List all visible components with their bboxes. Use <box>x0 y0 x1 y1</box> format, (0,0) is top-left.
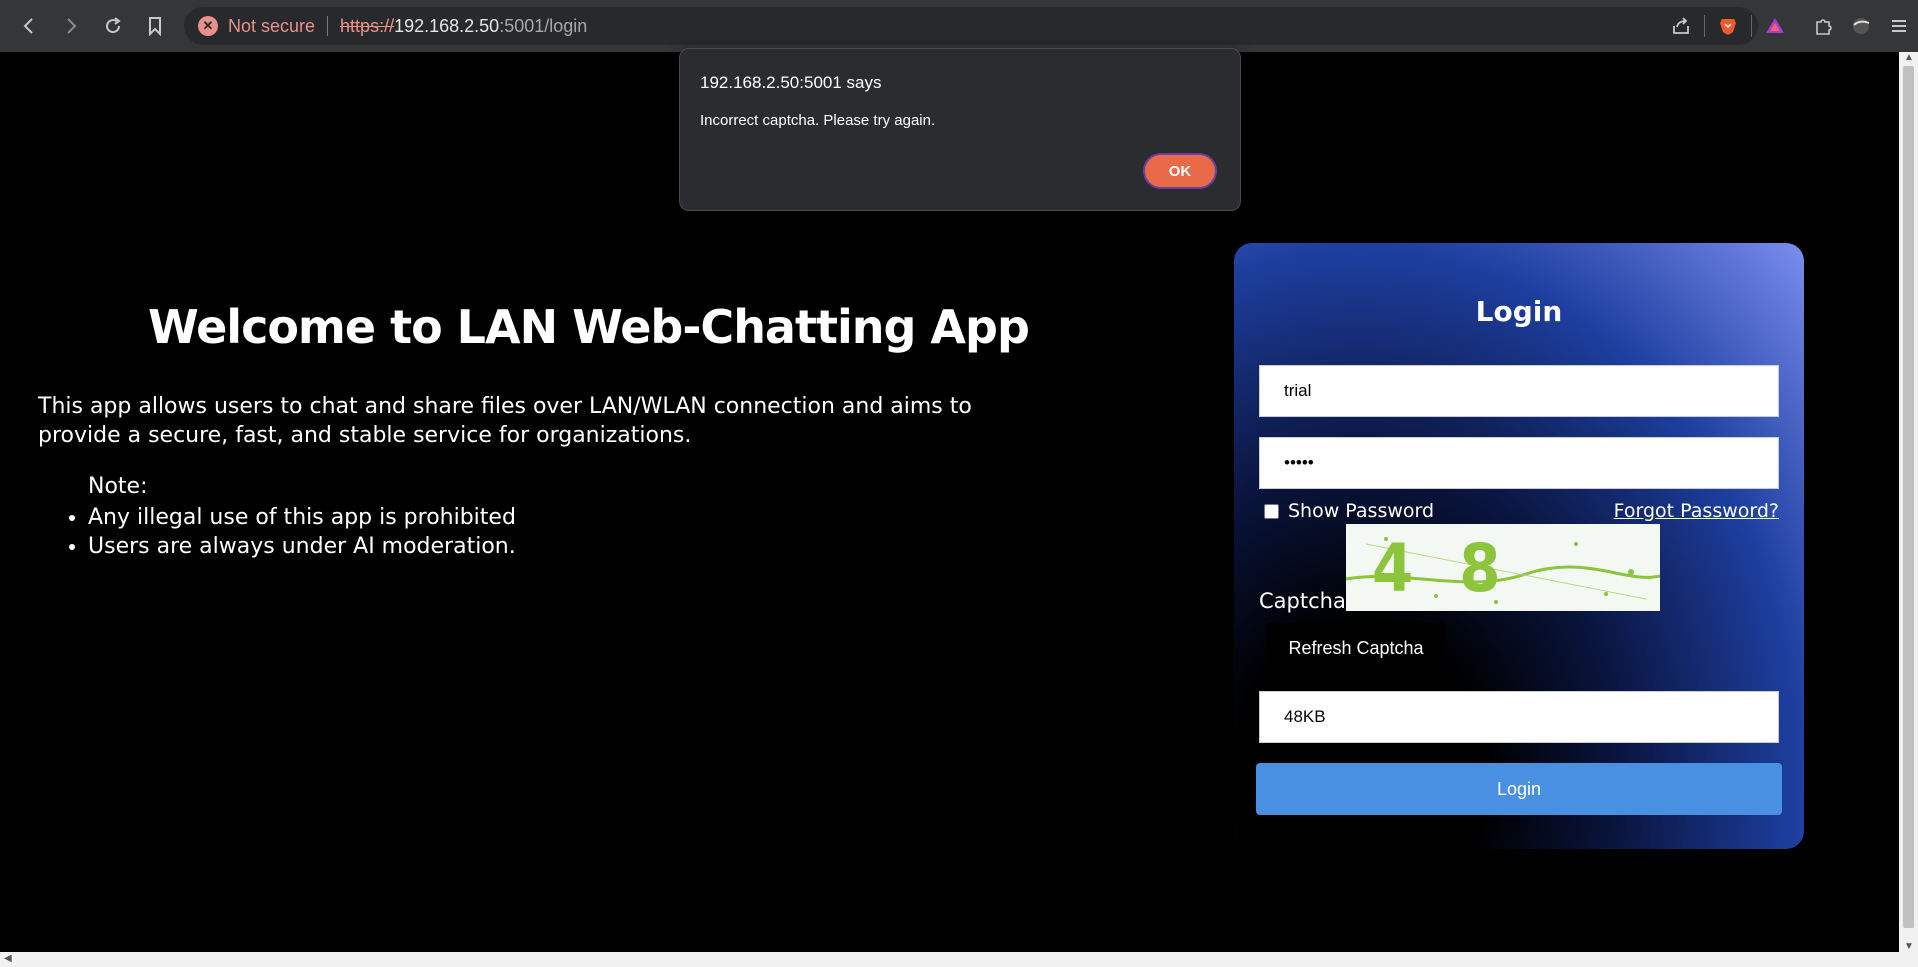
scroll-left-icon[interactable]: ◀ <box>4 953 12 964</box>
username-field[interactable]: trial <box>1259 365 1779 417</box>
show-password-checkbox[interactable] <box>1264 503 1279 519</box>
captcha-label: Captcha: <box>1259 589 1353 613</box>
not-secure-icon[interactable]: ✕ <box>198 16 218 36</box>
list-item: Users are always under AI moderation. <box>88 532 516 561</box>
address-bar[interactable]: ✕ Not secure https:// 192.168.2.50 :5001… <box>184 7 1758 45</box>
back-arrow-icon <box>23 18 33 34</box>
alert-title: 192.168.2.50:5001 says <box>700 73 882 92</box>
toolbar-divider-2 <box>1751 15 1752 37</box>
reload-icon <box>106 17 121 34</box>
captcha-text: 4 8 WD <box>1372 530 1514 611</box>
vpn-button[interactable] <box>1842 0 1880 52</box>
url-path: :5001/login <box>499 15 588 36</box>
toolbar-divider <box>1704 15 1705 37</box>
alert-message: Incorrect captcha. Please try again. <box>700 112 936 129</box>
refresh-captcha-button[interactable]: Refresh Captcha <box>1266 623 1446 674</box>
browser-toolbar: ✕ Not secure https:// 192.168.2.50 :5001… <box>0 0 1918 52</box>
note-label: Note: <box>88 474 148 499</box>
welcome-title: Welcome to LAN Web-Chatting App <box>148 300 1030 354</box>
bookmark-button[interactable] <box>134 0 176 52</box>
rewards-triangle-icon <box>1766 18 1784 33</box>
notes-list: Any illegal use of this app is prohibite… <box>88 503 516 561</box>
forgot-password-link[interactable]: Forgot Password? <box>1614 500 1779 522</box>
horizontal-scrollbar[interactable]: ◀ <box>0 952 1918 967</box>
puzzle-icon <box>1816 19 1832 35</box>
password-field[interactable]: ••••• <box>1259 437 1779 489</box>
not-secure-label[interactable]: Not secure <box>228 16 315 37</box>
captcha-image: 4 8 WD <box>1346 524 1660 611</box>
login-card: Login trial ••••• Show Password Forgot P… <box>1234 243 1804 849</box>
share-button[interactable] <box>1662 0 1700 52</box>
brave-lion-icon <box>1720 19 1736 35</box>
toolbar-right-icons <box>1662 0 1918 52</box>
url-host: 192.168.2.50 <box>394 15 500 36</box>
app-description: This app allows users to chat and share … <box>38 394 972 448</box>
extensions-button[interactable] <box>1804 0 1842 52</box>
brave-shields-button[interactable] <box>1709 0 1747 52</box>
menu-button[interactable] <box>1880 0 1918 52</box>
forward-arrow-icon <box>67 18 77 34</box>
scroll-up-icon[interactable]: ▲ <box>1904 52 1914 63</box>
bookmark-icon <box>149 17 161 36</box>
forward-button[interactable] <box>50 0 92 52</box>
url-divider <box>327 16 329 36</box>
show-password-toggle[interactable]: Show Password <box>1264 500 1434 522</box>
url-scheme: https:// <box>340 15 395 36</box>
scroll-down-icon[interactable]: ▼ <box>1904 941 1914 952</box>
captcha-input[interactable]: 48KB <box>1259 691 1779 743</box>
alert-dialog: 192.168.2.50:5001 says Incorrect captcha… <box>679 48 1241 211</box>
list-item: Any illegal use of this app is prohibite… <box>88 503 516 532</box>
vertical-scrollbar[interactable]: ▲ ▼ <box>1899 52 1918 952</box>
share-icon <box>1673 17 1689 34</box>
brave-rewards-button[interactable] <box>1756 0 1794 52</box>
show-password-label: Show Password <box>1288 500 1435 522</box>
back-button[interactable] <box>8 0 50 52</box>
reload-button[interactable] <box>92 0 134 52</box>
login-button[interactable]: Login <box>1256 763 1782 815</box>
alert-ok-button[interactable]: OK <box>1143 153 1217 189</box>
login-title: Login <box>1475 295 1563 328</box>
vertical-scroll-thumb[interactable] <box>1903 66 1914 928</box>
vpn-globe-icon <box>1853 18 1870 34</box>
hamburger-menu-icon <box>1892 20 1906 32</box>
